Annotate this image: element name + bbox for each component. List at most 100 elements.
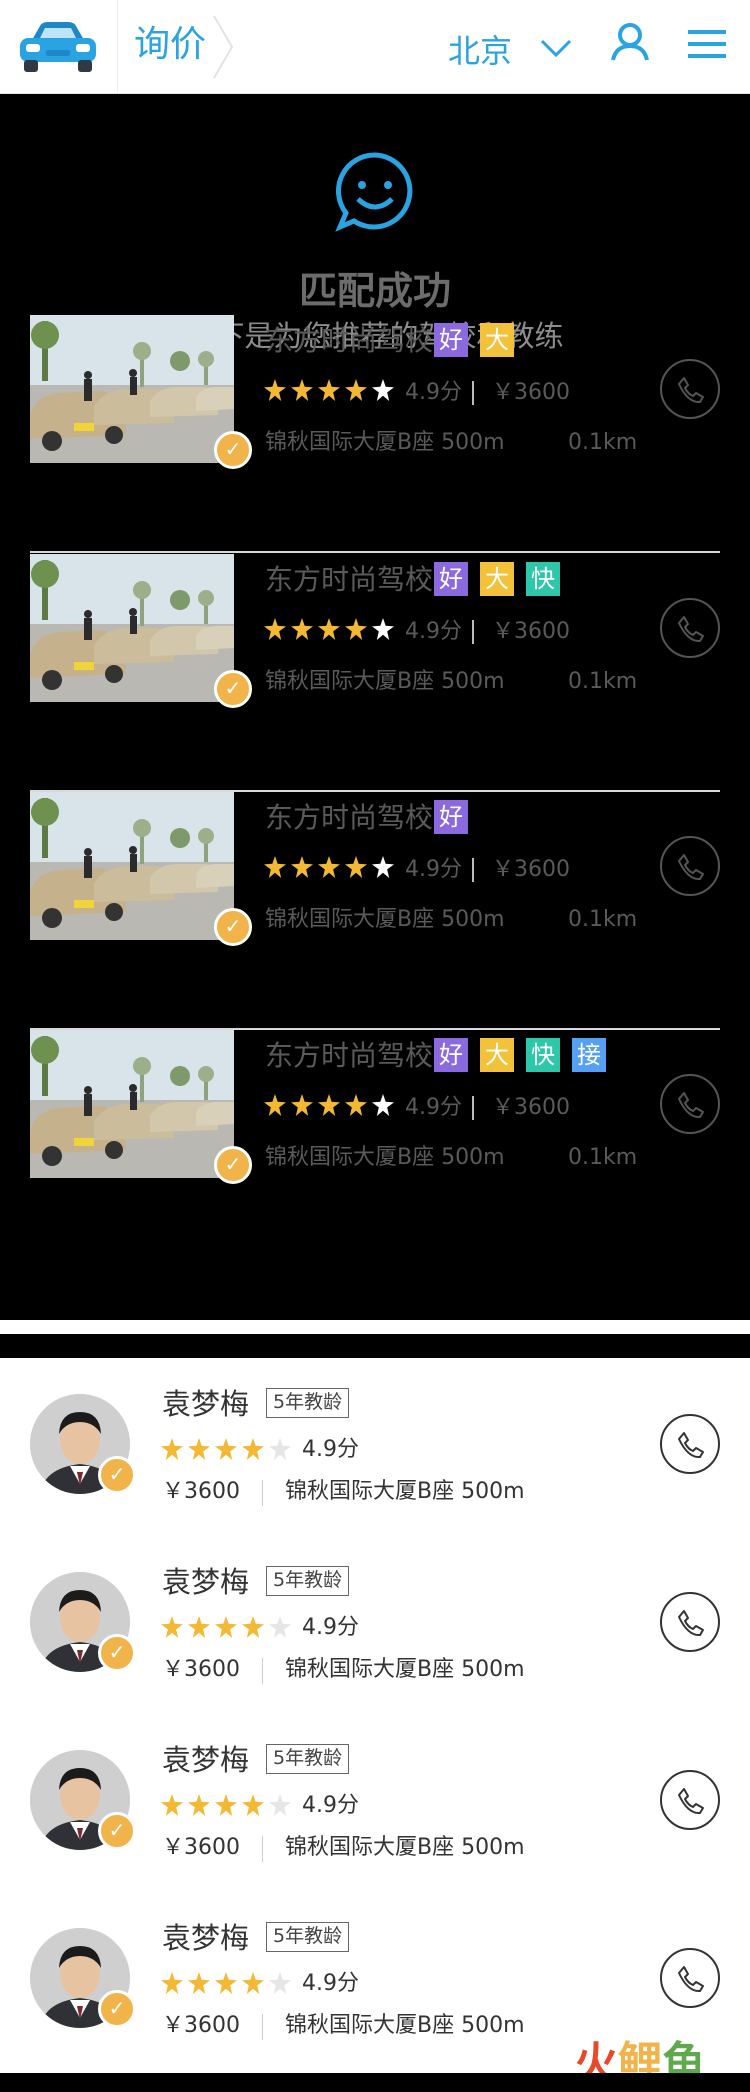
city-selector[interactable]: 北京 (448, 28, 512, 74)
menu-icon[interactable] (688, 28, 726, 60)
coach-rating: 4.9分 (302, 1615, 359, 1640)
verified-badge-icon: ✓ (98, 1812, 136, 1850)
user-icon[interactable] (610, 22, 650, 62)
star-rating (264, 618, 394, 640)
school-price: ￥3600 (492, 1095, 570, 1120)
star-icon (242, 1438, 264, 1460)
school-rating: 4.9分 (405, 1095, 462, 1120)
star-rating (264, 856, 394, 878)
verified-badge-icon: ✓ (98, 1456, 136, 1494)
tag-fast: 快 (526, 562, 560, 596)
school-item[interactable]: ✓ 东方时尚驾校 好 4.9分 ￥3600 锦秋国际大厦B座 500m 0.1k… (30, 792, 720, 1030)
call-button[interactable] (660, 1592, 720, 1652)
coach-item[interactable]: ✓ 袁梦梅 5年教龄 4.9分 ￥3600 锦秋国际大厦B座 500m (0, 1714, 750, 1892)
school-item[interactable]: ✓ 东方时尚驾校 好大 4.9分 ￥3600 锦秋国际大厦B座 500m 0.1… (30, 315, 720, 553)
coach-section: ✓ 袁梦梅 5年教龄 4.9分 ￥3600 锦秋国际大厦B座 500m ✓ 袁梦… (0, 1358, 750, 2073)
coach-price: ￥3600 (162, 1657, 240, 1682)
call-button[interactable] (660, 1074, 720, 1134)
logo-area[interactable] (0, 0, 118, 94)
experience-tag: 5年教龄 (266, 1566, 350, 1596)
coach-name: 袁梦梅 (162, 1921, 250, 1955)
divider (262, 1836, 263, 1862)
star-icon (188, 1616, 210, 1638)
school-distance: 0.1km (568, 907, 638, 932)
coach-item[interactable]: ✓ 袁梦梅 5年教龄 4.9分 ￥3600 锦秋国际大厦B座 500m (0, 1358, 750, 1536)
call-button[interactable] (660, 836, 720, 896)
divider (472, 1096, 474, 1120)
star-icon (264, 1094, 286, 1116)
school-address: 锦秋国际大厦B座 500m (265, 907, 505, 932)
school-distance: 0.1km (568, 669, 638, 694)
tag-good: 好 (434, 1038, 468, 1072)
call-button[interactable] (660, 1414, 720, 1474)
tag-big: 大 (480, 562, 514, 596)
school-photo (30, 315, 234, 463)
star-icon (318, 1094, 340, 1116)
star-icon (242, 1794, 264, 1816)
experience-tag: 5年教龄 (266, 1922, 350, 1952)
phone-icon (678, 377, 704, 404)
school-photo (30, 1030, 234, 1178)
star-icon (242, 1616, 264, 1638)
coach-name: 袁梦梅 (162, 1565, 250, 1599)
star-icon (269, 1438, 291, 1460)
tag-good: 好 (434, 800, 468, 834)
school-name: 东方时尚驾校 (265, 563, 434, 596)
coach-price: ￥3600 (162, 1835, 240, 1860)
star-icon (215, 1794, 237, 1816)
coach-address: 锦秋国际大厦B座 500m (285, 1657, 525, 1682)
star-icon (269, 1616, 291, 1638)
school-item[interactable]: ✓ 东方时尚驾校 好大快 4.9分 ￥3600 锦秋国际大厦B座 500m 0.… (30, 554, 720, 792)
tag-big: 大 (480, 1038, 514, 1072)
verified-badge-icon: ✓ (214, 1146, 252, 1184)
star-icon (372, 1094, 394, 1116)
verified-badge-icon: ✓ (98, 1990, 136, 2028)
star-rating (264, 379, 394, 401)
car-logo-icon (20, 22, 96, 72)
school-photo (30, 554, 234, 702)
page-title: 询价 (134, 24, 207, 65)
experience-tag: 5年教龄 (266, 1744, 350, 1774)
row-divider (30, 551, 720, 553)
school-distance: 0.1km (568, 430, 638, 455)
phone-icon (678, 854, 704, 881)
divider (472, 858, 474, 882)
star-icon (188, 1438, 210, 1460)
call-button[interactable] (660, 1770, 720, 1830)
coach-item[interactable]: ✓ 袁梦梅 5年教龄 4.9分 ￥3600 锦秋国际大厦B座 500m (0, 1536, 750, 1714)
divider (472, 381, 474, 405)
chevron-right-icon (213, 15, 234, 79)
star-icon (372, 856, 394, 878)
star-icon (215, 1972, 237, 1994)
star-icon (291, 618, 313, 640)
star-rating (161, 1972, 291, 1994)
phone-icon (678, 1610, 704, 1637)
phone-icon (678, 616, 704, 643)
call-button[interactable] (660, 359, 720, 419)
verified-badge-icon: ✓ (214, 670, 252, 708)
star-icon (269, 1972, 291, 1994)
school-rating: 4.9分 (405, 619, 462, 644)
star-icon (161, 1438, 183, 1460)
tag-big: 大 (480, 323, 514, 357)
coach-address: 锦秋国际大厦B座 500m (285, 2013, 525, 2038)
school-address: 锦秋国际大厦B座 500m (265, 1145, 505, 1170)
tag-pickup: 接 (572, 1038, 606, 1072)
phone-icon (678, 1432, 704, 1459)
call-button[interactable] (660, 598, 720, 658)
chevron-down-icon[interactable] (540, 38, 572, 58)
star-icon (291, 379, 313, 401)
star-rating (161, 1616, 291, 1638)
star-icon (188, 1794, 210, 1816)
top-header: 询价 北京 (0, 0, 750, 94)
call-button[interactable] (660, 1948, 720, 2008)
tag-fast: 快 (526, 1038, 560, 1072)
school-item[interactable]: ✓ 东方时尚驾校 好大快接 4.9分 ￥3600 锦秋国际大厦B座 500m 0… (30, 1030, 720, 1268)
coach-price: ￥3600 (162, 1479, 240, 1504)
coach-price: ￥3600 (162, 2013, 240, 2038)
coach-address: 锦秋国际大厦B座 500m (285, 1479, 525, 1504)
coach-name: 袁梦梅 (162, 1387, 250, 1421)
school-distance: 0.1km (568, 1145, 638, 1170)
coach-name: 袁梦梅 (162, 1743, 250, 1777)
coach-rating: 4.9分 (302, 1971, 359, 1996)
